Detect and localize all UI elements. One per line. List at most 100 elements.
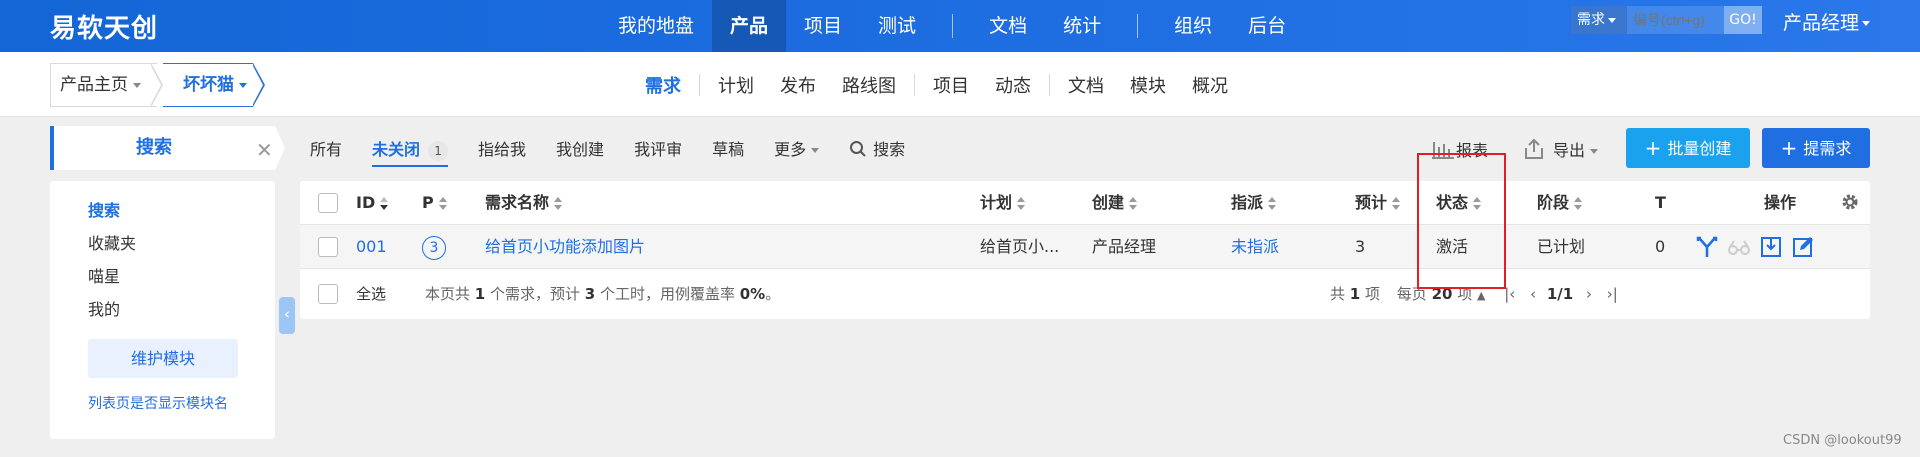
- filter-bar: 所有 未关闭 1 指给我 我创建 我评审 草稿 更多 搜索: [310, 126, 905, 170]
- col-title[interactable]: 需求名称: [485, 181, 563, 225]
- row-actions: [1695, 235, 1823, 259]
- tab-unclosed[interactable]: 未关闭 1: [372, 136, 449, 167]
- nav-item-product[interactable]: 产品: [712, 0, 787, 52]
- search-toggle[interactable]: 搜索: [849, 136, 905, 160]
- sidebar-item-favorites[interactable]: 收藏夹: [88, 230, 136, 254]
- sidebar-item-search[interactable]: 搜索: [88, 197, 120, 221]
- select-all-checkbox-header[interactable]: [318, 193, 338, 213]
- select-all-label[interactable]: 全选: [356, 269, 386, 319]
- caret-up-icon: ▲: [1477, 289, 1486, 302]
- nav-item-test[interactable]: 测试: [860, 0, 934, 52]
- col-id[interactable]: ID: [356, 181, 389, 225]
- page-summary: 本页共 1 个需求，预计 3 个工时，用例覆盖率 0%。: [425, 285, 781, 303]
- search-input[interactable]: [1627, 6, 1724, 34]
- sort-icon: [1128, 196, 1138, 211]
- review-icon: [1728, 240, 1750, 255]
- next-page-icon[interactable]: ›: [1586, 285, 1592, 303]
- page-indicator: 1/1: [1546, 285, 1574, 303]
- sort-icon: [1391, 196, 1401, 211]
- sidebar-collapse-handle[interactable]: ‹: [279, 297, 295, 334]
- split-icon[interactable]: [1695, 235, 1719, 259]
- nav-item-my[interactable]: 我的地盘: [600, 0, 712, 52]
- story-table: ID P 需求名称 计划 创建 指派 预计 状态 阶段 T 操作 001 3 给…: [300, 181, 1870, 319]
- subnav-module[interactable]: 模块: [1117, 72, 1179, 98]
- col-plan[interactable]: 计划: [980, 181, 1026, 225]
- table-header: ID P 需求名称 计划 创建 指派 预计 状态 阶段 T 操作: [300, 181, 1870, 225]
- subnav-plan[interactable]: 计划: [705, 72, 767, 98]
- chevron-down-icon: [811, 148, 820, 153]
- show-module-name-link[interactable]: 列表页是否显示模块名: [88, 393, 228, 413]
- subnav-story[interactable]: 需求: [632, 72, 694, 98]
- subnav-release[interactable]: 发布: [767, 72, 829, 98]
- col-opened-by[interactable]: 创建: [1092, 181, 1138, 225]
- chevron-down-icon: [239, 82, 247, 88]
- gear-icon[interactable]: [1840, 192, 1860, 212]
- table-footer: 全选 本页共 1 个需求，预计 3 个工时，用例覆盖率 0%。 共 1 项 每页…: [300, 269, 1870, 319]
- tab-draft[interactable]: 草稿: [712, 136, 744, 160]
- nav-item-doc[interactable]: 文档: [971, 0, 1045, 52]
- subnav-dynamic[interactable]: 动态: [982, 72, 1044, 98]
- tab-all[interactable]: 所有: [310, 136, 342, 160]
- nav-item-org[interactable]: 组织: [1156, 0, 1230, 52]
- opened-by-cell: 产品经理: [1092, 237, 1157, 256]
- user-menu[interactable]: 产品经理: [1783, 8, 1871, 35]
- sort-icon: [1267, 196, 1277, 211]
- create-story-button[interactable]: + 提需求: [1762, 128, 1870, 168]
- go-button[interactable]: GO!: [1724, 6, 1762, 34]
- subnav-overview[interactable]: 概况: [1179, 72, 1241, 98]
- batch-create-button[interactable]: + 批量创建: [1626, 128, 1750, 168]
- stage-cell: 已计划: [1537, 237, 1586, 256]
- breadcrumb-product-switcher[interactable]: 坏坏猫: [163, 63, 253, 107]
- product-subbar: 产品主页 坏坏猫 需求 计划 发布 路线图 项目 动态 文档 模块 概况: [0, 52, 1920, 117]
- t-cell: 0: [1655, 237, 1666, 256]
- sort-icon: [1573, 196, 1583, 211]
- col-priority[interactable]: P: [422, 181, 448, 225]
- assign-link[interactable]: 未指派: [1231, 225, 1279, 269]
- edit-icon[interactable]: [1791, 235, 1815, 259]
- maintain-module-button[interactable]: 维护模块: [88, 339, 238, 378]
- sort-desc-icon: [379, 196, 389, 211]
- priority-badge: 3: [422, 235, 446, 260]
- tab-assigned-to-me[interactable]: 指给我: [478, 136, 526, 160]
- export-icon: [1525, 138, 1543, 159]
- chevron-down-icon: [1590, 149, 1599, 154]
- export-button[interactable]: 导出: [1523, 137, 1599, 161]
- col-assigned-to[interactable]: 指派: [1231, 181, 1277, 225]
- col-estimate[interactable]: 预计: [1355, 181, 1401, 225]
- tab-created-by-me[interactable]: 我创建: [556, 136, 604, 160]
- close-story-icon[interactable]: [1759, 235, 1783, 259]
- sidebar-header: 搜索 ✕: [50, 126, 275, 170]
- col-stage[interactable]: 阶段: [1537, 181, 1583, 225]
- prev-page-icon[interactable]: ‹: [1530, 285, 1536, 303]
- nav-divider: [952, 14, 954, 38]
- col-actions: 操作: [1764, 193, 1797, 212]
- sidebar-title: 搜索: [136, 137, 172, 158]
- nav-item-stats[interactable]: 统计: [1045, 0, 1119, 52]
- story-title-link[interactable]: 给首页小功能添加图片: [485, 225, 645, 269]
- col-t: T: [1655, 193, 1666, 212]
- plus-icon: +: [1780, 136, 1798, 160]
- nav-item-admin[interactable]: 后台: [1230, 0, 1304, 52]
- close-icon[interactable]: ✕: [256, 138, 273, 162]
- quick-search: 需求 GO!: [1571, 6, 1762, 34]
- breadcrumb-product-home[interactable]: 产品主页: [50, 63, 157, 107]
- story-id-link[interactable]: 001: [356, 225, 387, 269]
- search-type-select[interactable]: 需求: [1571, 6, 1627, 34]
- table-row: 001 3 给首页小功能添加图片 给首页小... 产品经理 未指派 3 激活 已…: [300, 225, 1870, 269]
- subnav-doc[interactable]: 文档: [1055, 72, 1117, 98]
- sidebar-item-miaoxing[interactable]: 喵星: [88, 263, 120, 287]
- nav-item-project[interactable]: 项目: [786, 0, 860, 52]
- select-all-checkbox[interactable]: [318, 284, 338, 304]
- tab-reviewed-by-me[interactable]: 我评审: [634, 136, 682, 160]
- chevron-down-icon: [133, 82, 141, 88]
- search-icon: [850, 141, 866, 157]
- last-page-icon[interactable]: ›|: [1607, 285, 1618, 303]
- subnav-roadmap[interactable]: 路线图: [829, 72, 909, 98]
- sort-icon: [438, 196, 448, 211]
- sidebar-panel: 搜索 收藏夹 喵星 我的 维护模块 列表页是否显示模块名: [50, 181, 275, 439]
- sidebar-item-mine[interactable]: 我的: [88, 296, 120, 320]
- top-bar: 易软天创 我的地盘 产品 项目 测试 文档 统计 组织 后台 需求 GO! 产品…: [0, 0, 1920, 52]
- tab-more[interactable]: 更多: [774, 136, 820, 160]
- subnav-project[interactable]: 项目: [920, 72, 982, 98]
- row-checkbox[interactable]: [318, 237, 338, 257]
